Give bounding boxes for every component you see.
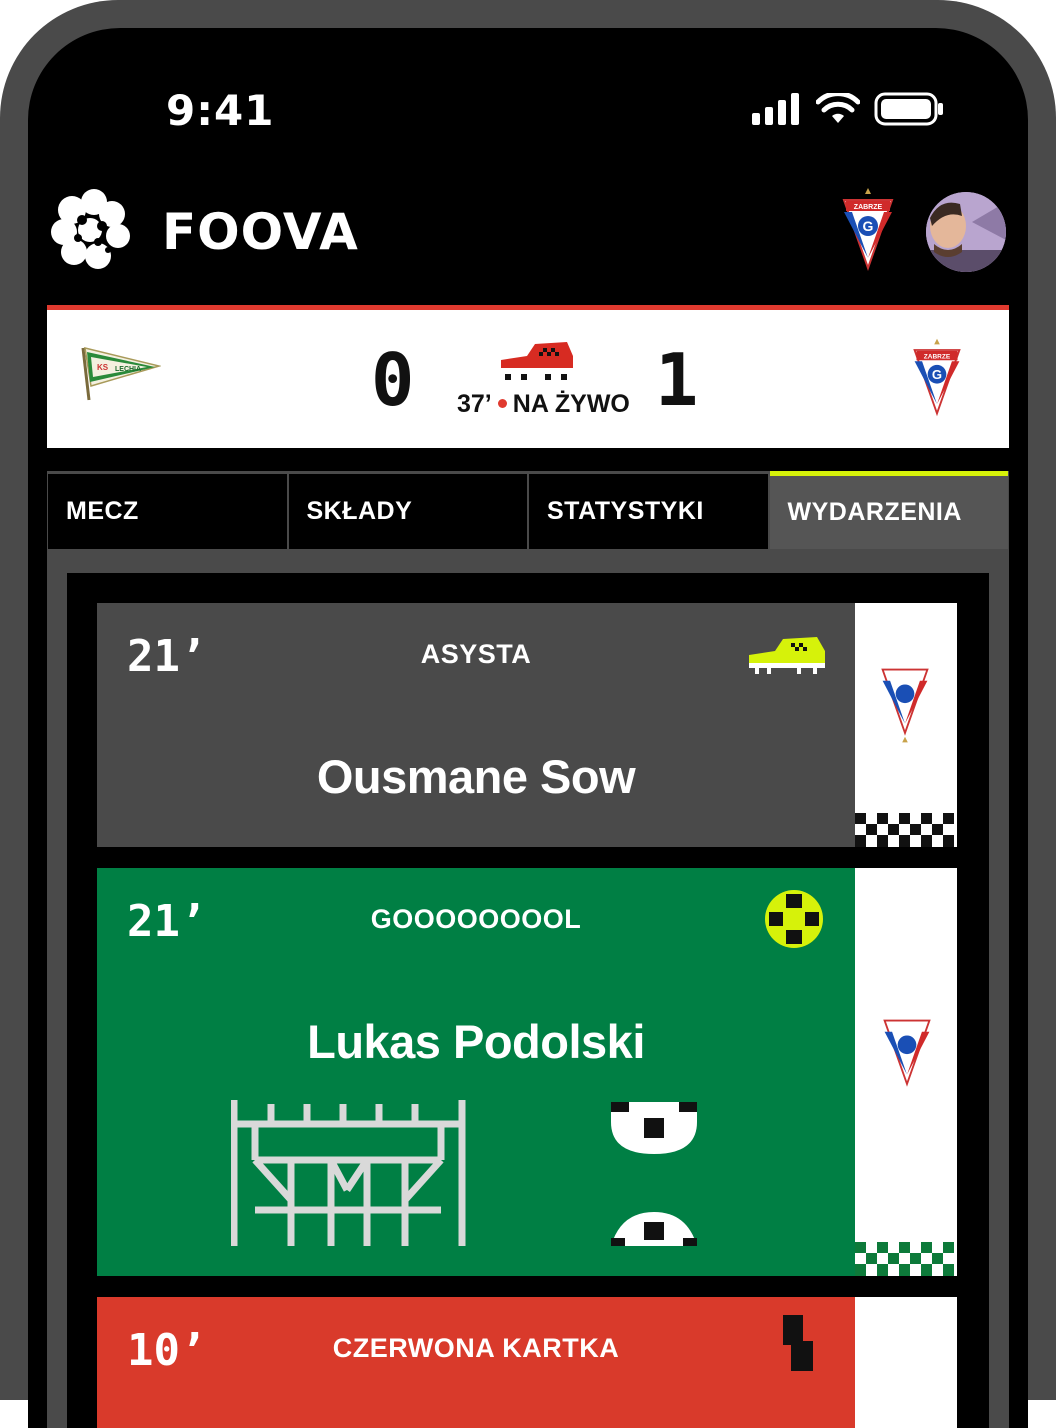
event-team-strip xyxy=(855,1297,957,1428)
svg-text:G: G xyxy=(932,367,942,382)
tab-wydarzenia[interactable]: WYDARZENIA xyxy=(769,471,1008,549)
svg-text:ZABRZE: ZABRZE xyxy=(924,353,951,360)
event-team-strip xyxy=(855,868,957,1276)
event-player: Ousmane Sow xyxy=(316,750,636,803)
event-card[interactable]: 10’ CZERWONA KARTKA xyxy=(97,1297,957,1428)
match-state: 37’ NA ŻYWO xyxy=(457,390,630,419)
event-team-strip xyxy=(855,603,957,847)
checker-pattern xyxy=(855,813,957,847)
avatar-face-icon xyxy=(926,192,1006,272)
event-body: 21’ GOOOOOOOOL Lukas Podolski xyxy=(97,868,855,1276)
away-team-crest-icon[interactable]: G ZABRZE xyxy=(909,336,965,420)
club-crest-icon[interactable]: G ZABRZE xyxy=(838,188,898,272)
red-boot-icon xyxy=(501,342,573,380)
app-header: FOOVA G ZABRZE xyxy=(28,188,1028,306)
ball-icon xyxy=(765,890,823,948)
event-type: CZERWONA KARTKA xyxy=(332,1333,620,1363)
svg-text:KS: KS xyxy=(97,363,109,372)
match-tabs: MECZ SKŁADY STATYSTYKI WYDARZENIA xyxy=(47,471,1009,552)
tab-statystyki[interactable]: STATYSTYKI xyxy=(529,474,768,549)
score-card[interactable]: KS LECHIA 0 37’ NA ŻYWO 1 G ZABRZE xyxy=(47,305,1009,448)
battery-icon xyxy=(874,92,943,126)
status-icons xyxy=(752,92,944,126)
brain-logo-icon[interactable] xyxy=(48,188,132,272)
event-type: GOOOOOOOOL xyxy=(370,904,582,934)
event-card[interactable]: 21’ GOOOOOOOOL Lukas Podolski xyxy=(97,868,957,1276)
live-label: NA ŻYWO xyxy=(512,390,630,418)
user-avatar[interactable] xyxy=(926,192,1006,272)
team-crest-icon xyxy=(881,668,929,743)
svg-text:G: G xyxy=(863,218,874,234)
team-crest-icon xyxy=(883,1019,931,1087)
brand-name: FOOVA xyxy=(162,203,359,261)
tab-mecz[interactable]: MECZ xyxy=(48,474,287,549)
home-score: 0 xyxy=(371,338,415,422)
svg-text:LECHIA: LECHIA xyxy=(115,366,141,373)
event-card[interactable]: 21’ ASYSTA Ousmane Sow xyxy=(97,603,957,847)
ball-bottom-icon xyxy=(611,1212,697,1246)
match-minute: 37’ xyxy=(457,390,492,418)
phone-frame: 9:41 FOOVA G ZABRZE KS LECHIA 0 37’ NA Ż… xyxy=(0,0,1056,1428)
event-player: Lukas Podolski xyxy=(307,1015,645,1068)
checker-pattern xyxy=(855,1242,957,1276)
home-team-crest-icon[interactable]: KS LECHIA xyxy=(77,340,161,404)
event-body: 10’ CZERWONA KARTKA xyxy=(97,1297,855,1428)
red-card-icon xyxy=(783,1315,813,1371)
events-panel: 21’ ASYSTA Ousmane Sow 21’ GOOOOOOOOL Lu… xyxy=(47,550,1009,1428)
svg-text:ZABRZE: ZABRZE xyxy=(854,204,883,211)
wifi-icon xyxy=(816,93,860,123)
status-time: 9:41 xyxy=(166,86,275,135)
event-type: ASYSTA xyxy=(420,639,532,669)
screen: 9:41 FOOVA G ZABRZE KS LECHIA 0 37’ NA Ż… xyxy=(28,28,1028,1428)
away-score: 1 xyxy=(655,338,699,422)
event-body: 21’ ASYSTA Ousmane Sow xyxy=(97,603,855,847)
events-list: 21’ ASYSTA Ousmane Sow 21’ GOOOOOOOOL Lu… xyxy=(67,573,989,1428)
live-dot xyxy=(497,398,507,408)
boot-icon xyxy=(749,637,825,674)
goal-net-icon xyxy=(231,1100,466,1246)
tab-sklady[interactable]: SKŁADY xyxy=(288,474,527,549)
ball-top-icon xyxy=(611,1102,697,1154)
signal-icon xyxy=(752,93,799,125)
